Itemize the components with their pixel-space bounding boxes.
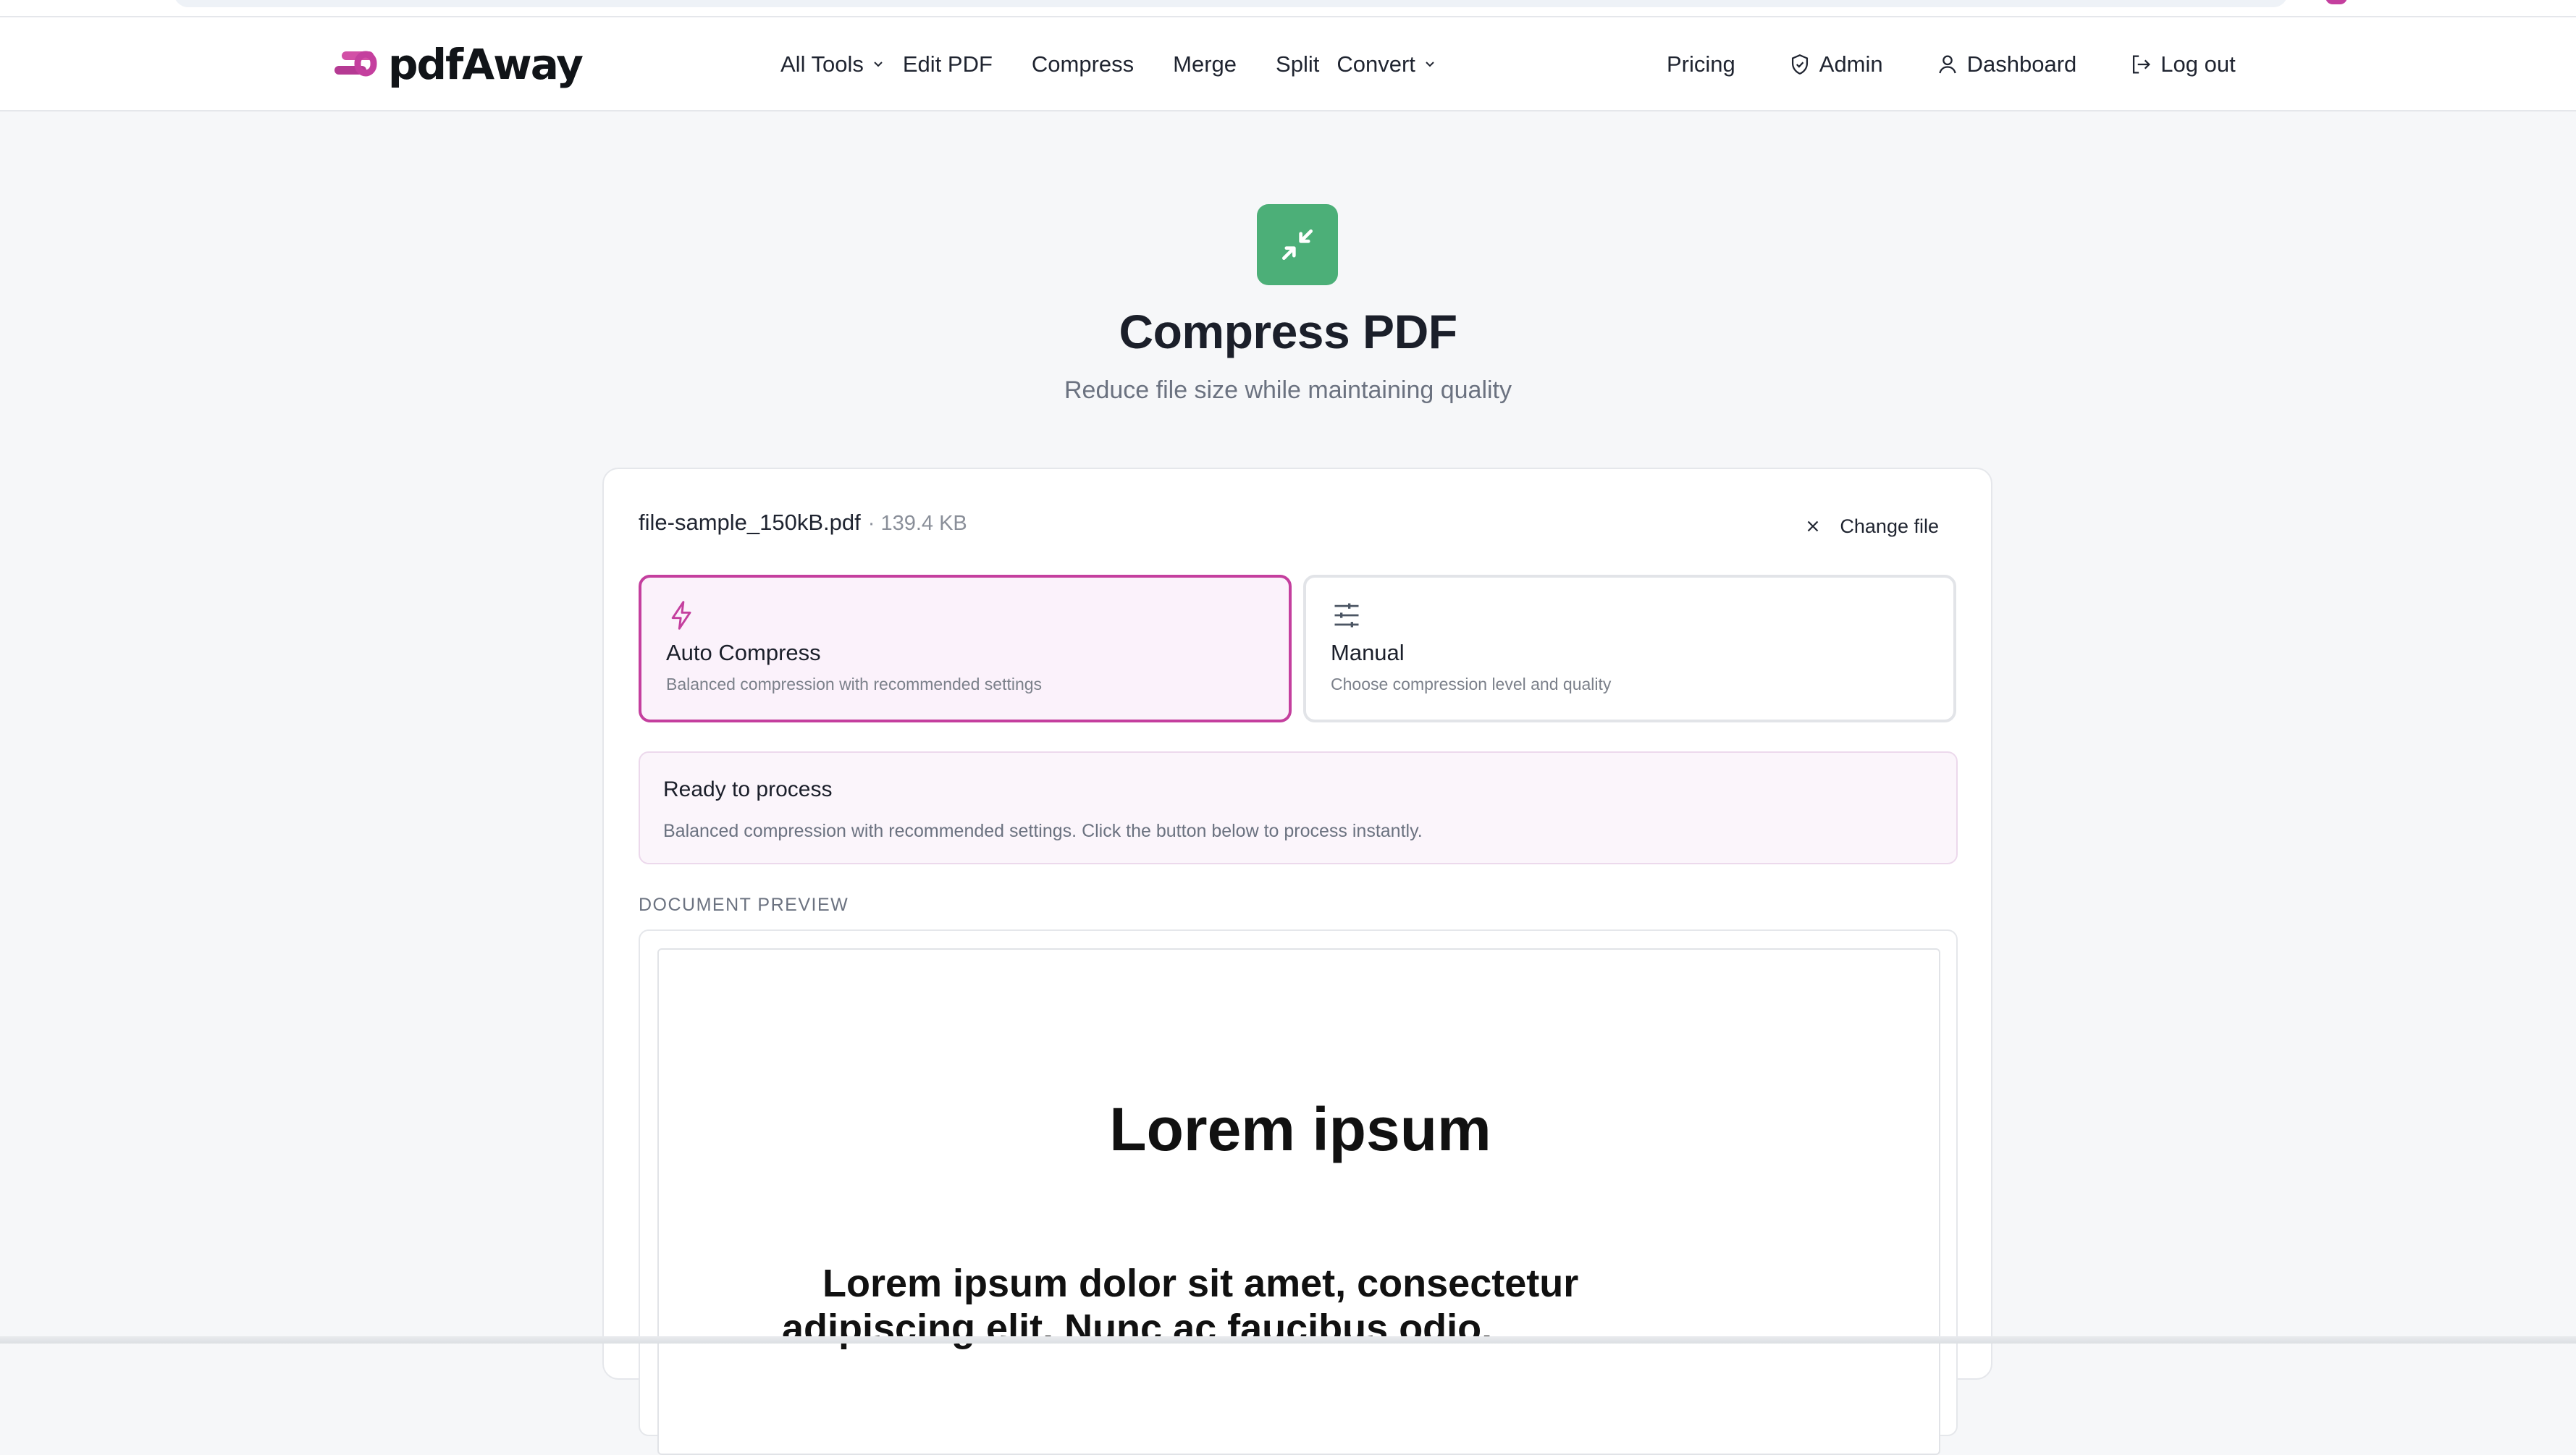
page-subtitle: Reduce file size while maintaining quali… bbox=[1064, 376, 1512, 404]
main-nav: All Tools Edit PDF Compress Merge Split … bbox=[780, 17, 1476, 111]
manual-title: Manual bbox=[1331, 640, 1405, 665]
manual-desc: Choose compression level and quality bbox=[1331, 675, 1612, 693]
nav-convert-label: Convert bbox=[1337, 51, 1415, 77]
site-header: pdfAway All Tools Edit PDF Compress Merg… bbox=[0, 17, 2576, 111]
file-name: file-sample_150kB.pdf bbox=[639, 510, 861, 535]
chevron-down-icon bbox=[1426, 62, 1434, 67]
nav-all-tools-label: All Tools bbox=[780, 51, 864, 77]
ready-title: Ready to process bbox=[663, 777, 833, 801]
nav-split[interactable]: Split bbox=[1276, 51, 1319, 77]
nav-edit-pdf[interactable]: Edit PDF bbox=[903, 51, 993, 77]
browser-top-strip bbox=[0, 0, 2576, 17]
compress-arrows-icon bbox=[1257, 204, 1338, 285]
nav-merge[interactable]: Merge bbox=[1173, 51, 1237, 77]
sliders-icon bbox=[1334, 603, 1359, 628]
user-icon bbox=[1938, 55, 1956, 74]
nav-dashboard-label: Dashboard bbox=[1966, 51, 2077, 77]
address-bar-edge bbox=[174, 0, 2288, 7]
auto-compress-desc: Balanced compression with recommended se… bbox=[666, 675, 1043, 693]
nav-dashboard[interactable]: Dashboard bbox=[1935, 51, 2077, 77]
nav-all-tools[interactable]: All Tools bbox=[780, 51, 885, 77]
nav-compress[interactable]: Compress bbox=[1032, 51, 1134, 77]
brand-name: pdfAway bbox=[388, 40, 584, 89]
preview-label: DOCUMENT PREVIEW bbox=[639, 895, 849, 915]
chevron-down-icon bbox=[874, 62, 883, 67]
extension-icon bbox=[2325, 0, 2347, 4]
change-file-label: Change file bbox=[1840, 515, 1939, 537]
lightning-icon bbox=[671, 601, 691, 630]
compress-card: file-sample_150kB.pdf · 139.4 KB Change … bbox=[602, 468, 1992, 1455]
nav-logout[interactable]: Log out bbox=[2129, 51, 2236, 77]
account-nav: Pricing Admin Dashboard Log out bbox=[1667, 17, 2288, 111]
page-title: Compress PDF bbox=[1119, 305, 1457, 358]
window-bottom-edge bbox=[0, 1336, 2576, 1344]
nav-admin-label: Admin bbox=[1819, 51, 1883, 77]
ready-desc: Balanced compression with recommended se… bbox=[663, 821, 1423, 841]
ready-status-panel: Ready to process Balanced compression wi… bbox=[639, 751, 1958, 864]
shield-check-icon bbox=[1791, 54, 1808, 75]
manual-option[interactable]: Manual Choose compression level and qual… bbox=[1303, 575, 1956, 722]
nav-logout-label: Log out bbox=[2160, 51, 2236, 77]
logout-icon bbox=[2133, 55, 2151, 74]
brand-logo[interactable]: pdfAway bbox=[333, 39, 584, 90]
change-file-button[interactable]: Change file bbox=[1803, 508, 1939, 544]
document-preview[interactable]: Lorem ipsum Lorem ipsum dolor sit amet, … bbox=[639, 929, 1958, 1455]
auto-compress-option[interactable]: Auto Compress Balanced compression with … bbox=[639, 575, 1292, 722]
nav-pricing[interactable]: Pricing bbox=[1667, 51, 1735, 77]
preview-page: Lorem ipsum Lorem ipsum dolor sit amet, … bbox=[657, 948, 1940, 1455]
file-info: file-sample_150kB.pdf · 139.4 KB bbox=[639, 510, 967, 546]
auto-compress-title: Auto Compress bbox=[666, 640, 821, 665]
logo-mark-icon bbox=[334, 51, 377, 77]
nav-admin[interactable]: Admin bbox=[1788, 51, 1883, 77]
file-size: · 139.4 KB bbox=[867, 512, 967, 535]
doc-title: Lorem ipsum bbox=[1109, 1095, 1491, 1163]
nav-convert[interactable]: Convert bbox=[1337, 51, 1437, 77]
close-icon bbox=[1808, 520, 1819, 532]
